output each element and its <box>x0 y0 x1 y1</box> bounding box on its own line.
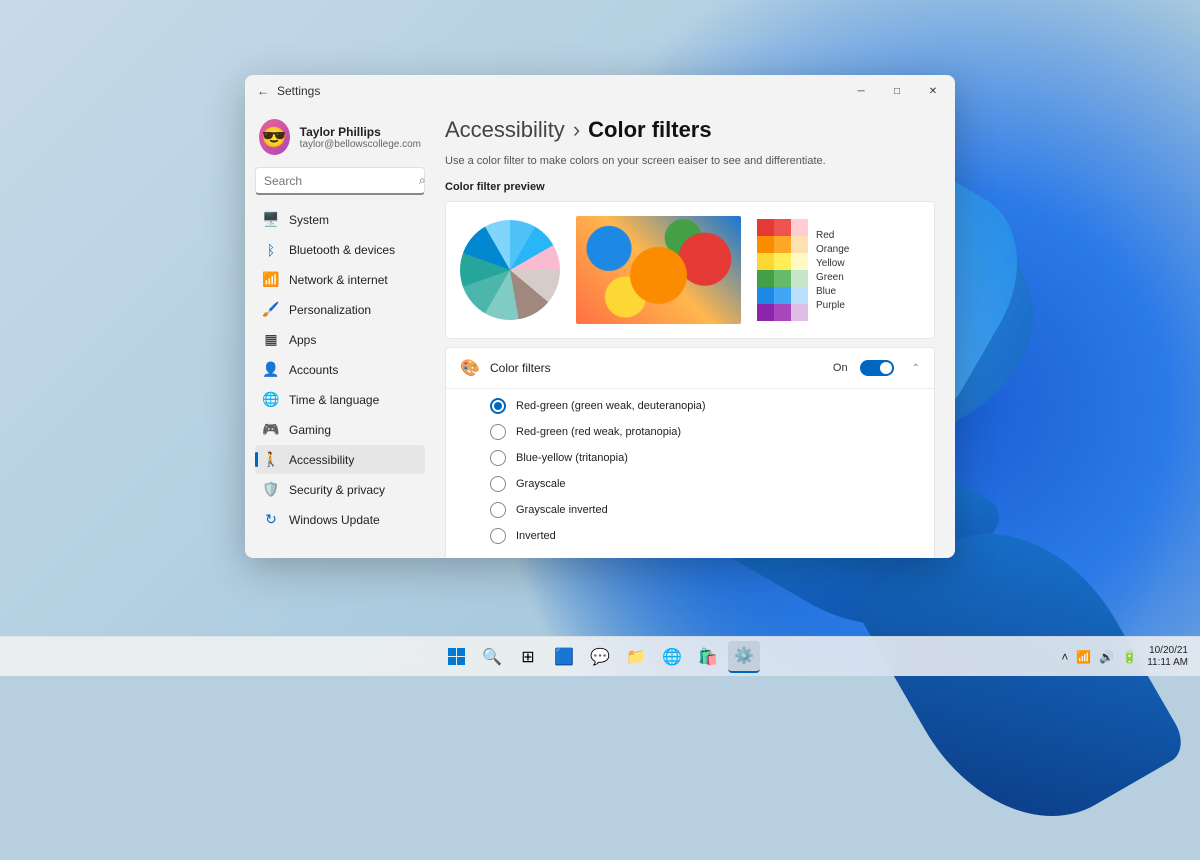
widgets-icon[interactable]: 🟦 <box>548 641 580 673</box>
color-filters-header[interactable]: 🎨 Color filters On ⌃ <box>446 348 934 388</box>
chevron-up-icon: ⌃ <box>912 363 920 374</box>
wifi-icon: 📶 <box>263 272 279 288</box>
system-tray[interactable]: ˄ 📶 🔊 🔋 <box>1061 650 1137 664</box>
nav-privacy[interactable]: 🛡️Security & privacy <box>255 475 425 504</box>
search-box[interactable]: ⌕ <box>255 167 425 195</box>
preview-card: Red Orange Yellow Green Blue Purple <box>445 201 935 339</box>
radio-icon <box>490 528 506 544</box>
user-email: taylor@bellowscollege.com <box>300 139 421 150</box>
radio-grayscale-inverted[interactable]: Grayscale inverted <box>490 497 920 523</box>
back-button[interactable]: ← <box>249 84 277 98</box>
radio-icon <box>490 398 506 414</box>
nav-system[interactable]: 🖥️System <box>255 205 425 234</box>
accessibility-icon: 🚶 <box>263 452 279 468</box>
volume-tray-icon[interactable]: 🔊 <box>1099 650 1114 664</box>
breadcrumb-parent[interactable]: Accessibility <box>445 117 565 143</box>
nav-accounts[interactable]: 👤Accounts <box>255 355 425 384</box>
explorer-icon[interactable]: 📁 <box>620 641 652 673</box>
search-input[interactable] <box>264 174 419 188</box>
color-filters-toggle[interactable] <box>860 360 894 376</box>
accounts-icon: 👤 <box>263 362 279 378</box>
user-profile[interactable]: 😎 Taylor Phillips taylor@bellowscollege.… <box>255 113 425 167</box>
color-wheel <box>460 220 560 320</box>
taskbar-clock[interactable]: 10/20/21 11:11 AM <box>1147 645 1188 669</box>
start-button[interactable] <box>440 641 472 673</box>
radio-icon <box>490 502 506 518</box>
settings-window: ← Settings ─ □ ✕ 😎 Taylor Phillips taylo… <box>245 75 955 558</box>
palette-icon: 🎨 <box>460 358 478 378</box>
wifi-tray-icon[interactable]: 📶 <box>1076 650 1091 664</box>
nav-gaming[interactable]: 🎮Gaming <box>255 415 425 444</box>
settings-taskbar-icon[interactable]: ⚙️ <box>728 641 760 673</box>
page-description: Use a color filter to make colors on you… <box>445 155 935 167</box>
color-filters-card: 🎨 Color filters On ⌃ Red-green (green we… <box>445 347 935 558</box>
minimize-button[interactable]: ─ <box>843 77 879 105</box>
maximize-button[interactable]: □ <box>879 77 915 105</box>
radio-icon <box>490 450 506 466</box>
gaming-icon: 🎮 <box>263 422 279 438</box>
brush-icon: 🖌️ <box>263 302 279 318</box>
user-name: Taylor Phillips <box>300 125 421 139</box>
update-icon: ↻ <box>263 512 279 528</box>
nav-apps[interactable]: ▦Apps <box>255 325 425 354</box>
nav-bluetooth[interactable]: ᛒBluetooth & devices <box>255 235 425 264</box>
bluetooth-icon: ᛒ <box>263 242 279 258</box>
apps-icon: ▦ <box>263 332 279 348</box>
titlebar: ← Settings ─ □ ✕ <box>245 75 955 107</box>
task-view-icon[interactable]: ⊞ <box>512 641 544 673</box>
battery-tray-icon[interactable]: 🔋 <box>1122 650 1137 664</box>
color-swatches: Red Orange Yellow Green Blue Purple <box>757 219 849 321</box>
taskbar-search-icon[interactable]: 🔍 <box>476 641 508 673</box>
system-icon: 🖥️ <box>263 212 279 228</box>
page-title: Color filters <box>588 117 711 143</box>
taskbar: 🔍 ⊞ 🟦 💬 📁 🌐 🛍️ ⚙️ ˄ 📶 🔊 🔋 10/20/21 11:11… <box>0 636 1200 676</box>
shield-icon: 🛡️ <box>263 482 279 498</box>
nav-time[interactable]: 🌐Time & language <box>255 385 425 414</box>
nav-network[interactable]: 📶Network & internet <box>255 265 425 294</box>
tray-chevron-icon[interactable]: ˄ <box>1061 650 1068 664</box>
nav-accessibility[interactable]: 🚶Accessibility <box>255 445 425 474</box>
search-icon: ⌕ <box>419 173 426 188</box>
radio-grayscale[interactable]: Grayscale <box>490 471 920 497</box>
sample-photo <box>576 216 741 324</box>
radio-icon <box>490 476 506 492</box>
radio-icon <box>490 424 506 440</box>
chat-icon[interactable]: 💬 <box>584 641 616 673</box>
close-button[interactable]: ✕ <box>915 77 951 105</box>
breadcrumb: Accessibility › Color filters <box>445 117 935 143</box>
store-icon[interactable]: 🛍️ <box>692 641 724 673</box>
window-title: Settings <box>277 84 843 98</box>
globe-icon: 🌐 <box>263 392 279 408</box>
radio-inverted[interactable]: Inverted <box>490 523 920 549</box>
radio-tritanopia[interactable]: Blue-yellow (tritanopia) <box>490 445 920 471</box>
nav-update[interactable]: ↻Windows Update <box>255 505 425 534</box>
edge-icon[interactable]: 🌐 <box>656 641 688 673</box>
preview-heading: Color filter preview <box>445 181 935 193</box>
filter-options: Red-green (green weak, deuteranopia) Red… <box>446 388 934 558</box>
radio-protanopia[interactable]: Red-green (red weak, protanopia) <box>490 419 920 445</box>
sidebar: 😎 Taylor Phillips taylor@bellowscollege.… <box>245 107 435 558</box>
nav-personalization[interactable]: 🖌️Personalization <box>255 295 425 324</box>
avatar: 😎 <box>259 119 290 155</box>
main-content: Accessibility › Color filters Use a colo… <box>435 107 955 558</box>
radio-deuteranopia[interactable]: Red-green (green weak, deuteranopia) <box>490 393 920 419</box>
